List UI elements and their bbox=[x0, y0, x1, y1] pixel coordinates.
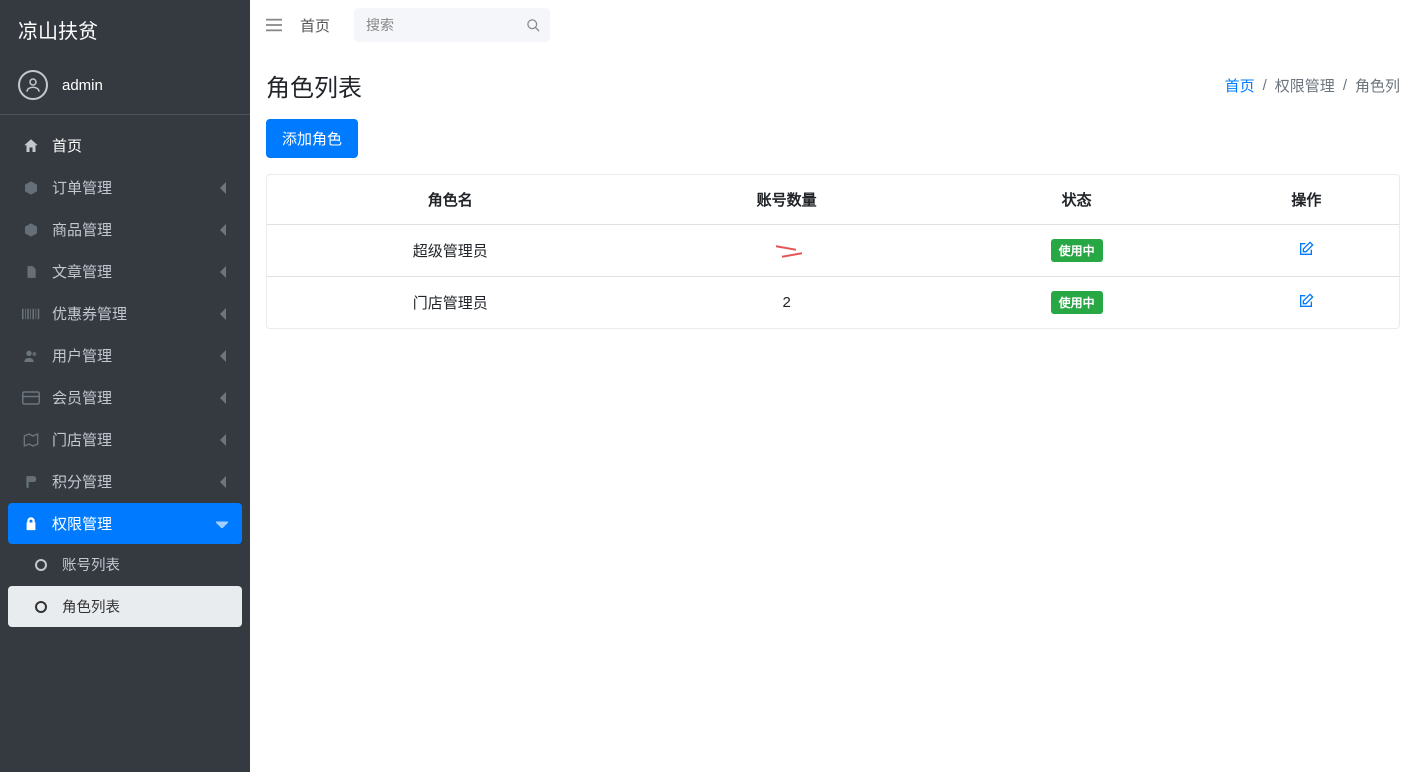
sidebar-item-points[interactable]: 积分管理 bbox=[8, 461, 242, 502]
chevron-left-icon bbox=[220, 476, 228, 488]
cell-account-count bbox=[634, 225, 940, 277]
chevron-left-icon bbox=[220, 434, 228, 446]
col-actions: 操作 bbox=[1214, 175, 1399, 225]
sidebar: 凉山扶贫 admin 首页 订单管理 bbox=[0, 0, 250, 772]
chevron-left-icon bbox=[220, 392, 228, 404]
user-panel: admin bbox=[0, 56, 250, 115]
sidebar-item-label: 订单管理 bbox=[52, 177, 112, 198]
col-account-count: 账号数量 bbox=[634, 175, 940, 225]
roles-table: 角色名 账号数量 状态 操作 超级管理员 使用中门店管理员2使用中 bbox=[267, 175, 1399, 328]
breadcrumb-home[interactable]: 首页 bbox=[1225, 75, 1255, 96]
chevron-down-icon bbox=[216, 520, 228, 528]
search-button[interactable] bbox=[516, 8, 550, 42]
status-badge: 使用中 bbox=[1051, 239, 1103, 262]
users-icon bbox=[22, 348, 40, 364]
cell-role-name: 门店管理员 bbox=[267, 277, 634, 329]
chevron-left-icon bbox=[220, 224, 228, 236]
topbar-home-link[interactable]: 首页 bbox=[300, 15, 330, 36]
cell-actions bbox=[1214, 277, 1399, 329]
hamburger-icon bbox=[266, 18, 282, 32]
cell-status: 使用中 bbox=[940, 277, 1214, 329]
col-status: 状态 bbox=[940, 175, 1214, 225]
add-role-button[interactable]: 添加角色 bbox=[266, 119, 358, 158]
col-role-name: 角色名 bbox=[267, 175, 634, 225]
content-header: 角色列表 首页 / 权限管理 / 角色列 bbox=[250, 50, 1416, 119]
sidebar-item-label: 商品管理 bbox=[52, 219, 112, 240]
user-icon bbox=[24, 76, 42, 94]
sidebar-item-stores[interactable]: 门店管理 bbox=[8, 419, 242, 460]
table-row: 门店管理员2 使用中 bbox=[267, 277, 1399, 329]
sidebar-subitem-roles[interactable]: 角色列表 bbox=[8, 586, 242, 627]
sidebar-item-permissions[interactable]: 权限管理 账号列表 角色列表 bbox=[8, 503, 242, 627]
cube-icon bbox=[22, 222, 40, 238]
cube-icon bbox=[22, 180, 40, 196]
menu-toggle[interactable] bbox=[266, 18, 282, 32]
chevron-left-icon bbox=[220, 308, 228, 320]
edit-icon bbox=[1298, 241, 1314, 257]
search-icon bbox=[526, 18, 541, 33]
sidebar-item-label: 积分管理 bbox=[52, 471, 112, 492]
breadcrumb-current: 角色列 bbox=[1355, 75, 1400, 96]
sidebar-item-home[interactable]: 首页 bbox=[8, 125, 242, 166]
sidebar-item-orders[interactable]: 订单管理 bbox=[8, 167, 242, 208]
breadcrumb-section: 权限管理 bbox=[1275, 75, 1335, 96]
sidebar-nav: 首页 订单管理 商品管理 文章管理 bbox=[0, 125, 250, 628]
sidebar-item-products[interactable]: 商品管理 bbox=[8, 209, 242, 250]
barcode-icon bbox=[22, 307, 40, 321]
sidebar-item-label: 优惠券管理 bbox=[52, 303, 127, 324]
sidebar-item-articles[interactable]: 文章管理 bbox=[8, 251, 242, 292]
content: 添加角色 角色名 账号数量 状态 操作 超级管理员 使用中门店管理员2使用中 bbox=[250, 119, 1416, 353]
sidebar-item-members[interactable]: 会员管理 bbox=[8, 377, 242, 418]
table-card: 角色名 账号数量 状态 操作 超级管理员 使用中门店管理员2使用中 bbox=[266, 174, 1400, 329]
sidebar-subitem-label: 角色列表 bbox=[62, 596, 120, 617]
sidebar-item-label: 会员管理 bbox=[52, 387, 112, 408]
page-title: 角色列表 bbox=[266, 68, 362, 103]
avatar bbox=[18, 70, 48, 100]
main: 首页 角色列表 首页 / 权限管理 / 角色列 添加角色 bbox=[250, 0, 1416, 772]
search-wrap bbox=[354, 8, 550, 42]
lock-icon bbox=[22, 516, 40, 532]
sidebar-subitem-label: 账号列表 bbox=[62, 554, 120, 575]
home-icon bbox=[22, 137, 40, 155]
credit-card-icon bbox=[22, 391, 40, 405]
sidebar-item-label: 首页 bbox=[52, 135, 82, 156]
user-name[interactable]: admin bbox=[62, 77, 103, 94]
map-icon bbox=[22, 432, 40, 448]
edit-button[interactable] bbox=[1298, 293, 1314, 309]
sidebar-item-label: 用户管理 bbox=[52, 345, 112, 366]
edit-button[interactable] bbox=[1298, 241, 1314, 257]
sidebar-item-users[interactable]: 用户管理 bbox=[8, 335, 242, 376]
chevron-left-icon bbox=[220, 266, 228, 278]
topbar: 首页 bbox=[250, 0, 1416, 50]
cell-status: 使用中 bbox=[940, 225, 1214, 277]
chevron-left-icon bbox=[220, 350, 228, 362]
points-icon bbox=[22, 473, 40, 491]
breadcrumb: 首页 / 权限管理 / 角色列 bbox=[1225, 75, 1400, 96]
chevron-left-icon bbox=[220, 182, 228, 194]
sidebar-item-label: 权限管理 bbox=[52, 513, 112, 534]
sidebar-subitem-accounts[interactable]: 账号列表 bbox=[8, 544, 242, 585]
sidebar-item-coupons[interactable]: 优惠券管理 bbox=[8, 293, 242, 334]
glitch-artifact bbox=[780, 242, 793, 259]
brand-title: 凉山扶贫 bbox=[0, 0, 250, 56]
circle-icon bbox=[35, 559, 47, 571]
table-row: 超级管理员 使用中 bbox=[267, 225, 1399, 277]
file-icon bbox=[22, 264, 40, 280]
sidebar-item-label: 文章管理 bbox=[52, 261, 112, 282]
cell-actions bbox=[1214, 225, 1399, 277]
sidebar-item-label: 门店管理 bbox=[52, 429, 112, 450]
circle-icon bbox=[35, 601, 47, 613]
status-badge: 使用中 bbox=[1051, 291, 1103, 314]
cell-role-name: 超级管理员 bbox=[267, 225, 634, 277]
edit-icon bbox=[1298, 293, 1314, 309]
cell-account-count: 2 bbox=[634, 277, 940, 329]
